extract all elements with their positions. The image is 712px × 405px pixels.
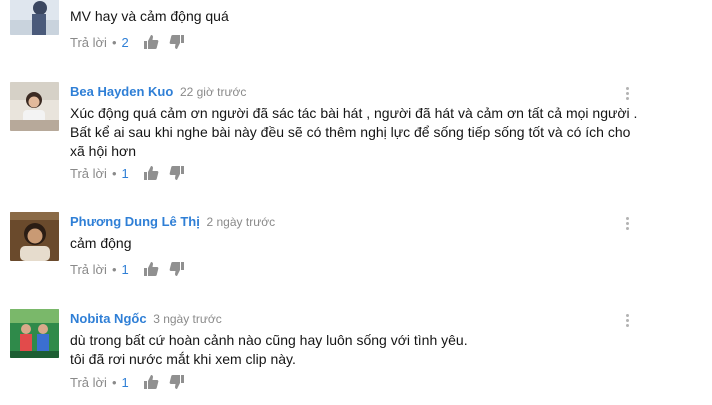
avatar[interactable] xyxy=(10,82,59,131)
comment-actions: Trả lời • 1 xyxy=(70,260,195,278)
reply-button[interactable]: Trả lời xyxy=(70,262,107,277)
author-name[interactable]: Bea Hayden Kuo xyxy=(70,84,173,99)
comment-header: Bea Hayden Kuo 22 giờ trước xyxy=(70,84,246,99)
like-count: 1 xyxy=(121,165,129,181)
like-count: 1 xyxy=(121,261,129,277)
thumb-down-icon[interactable] xyxy=(169,374,185,390)
more-vert-icon[interactable] xyxy=(624,86,630,102)
comment-time[interactable]: 2 ngày trước xyxy=(207,215,276,229)
author-name[interactable]: Nobita Ngốc xyxy=(70,311,147,326)
reply-button[interactable]: Trả lời xyxy=(70,166,107,181)
comment-time[interactable]: 3 ngày trước xyxy=(153,312,222,326)
thumb-up-icon[interactable] xyxy=(143,34,159,50)
like-count: 1 xyxy=(121,374,129,390)
thumb-up-icon[interactable] xyxy=(143,261,159,277)
comment-time[interactable]: 22 giờ trước xyxy=(180,85,246,99)
avatar[interactable] xyxy=(10,309,59,358)
comment-text: dù trong bất cứ hoàn cảnh nào cũng hay l… xyxy=(70,332,468,367)
thumb-down-icon[interactable] xyxy=(169,34,185,50)
thumb-down-icon[interactable] xyxy=(169,165,185,181)
reply-button[interactable]: Trả lời xyxy=(70,35,107,50)
thumb-up-icon[interactable] xyxy=(143,165,159,181)
separator: • xyxy=(111,34,117,50)
reply-button[interactable]: Trả lời xyxy=(70,375,107,390)
separator: • xyxy=(111,261,117,277)
comment-actions: Trả lời • 2 xyxy=(70,33,195,51)
comment-actions: Trả lời • 1 xyxy=(70,164,195,182)
more-vert-icon[interactable] xyxy=(624,216,630,232)
comment-text: MV hay và cảm động quá xyxy=(70,8,229,24)
author-name[interactable]: Phương Dung Lê Thị xyxy=(70,214,200,229)
thumb-down-icon[interactable] xyxy=(169,261,185,277)
comment-header: Nobita Ngốc 3 ngày trước xyxy=(70,311,222,326)
comment-text: cảm động xyxy=(70,235,132,251)
comment-actions: Trả lời • 1 xyxy=(70,373,195,391)
avatar[interactable] xyxy=(10,212,59,261)
comment-header: Phương Dung Lê Thị 2 ngày trước xyxy=(70,214,275,229)
like-count: 2 xyxy=(121,34,129,50)
separator: • xyxy=(111,165,117,181)
comment-text: Xúc động quá cảm ơn người đã sác tác bài… xyxy=(70,105,638,159)
thumb-up-icon[interactable] xyxy=(143,374,159,390)
more-vert-icon[interactable] xyxy=(624,313,630,329)
avatar[interactable] xyxy=(10,0,59,35)
separator: • xyxy=(111,374,117,390)
